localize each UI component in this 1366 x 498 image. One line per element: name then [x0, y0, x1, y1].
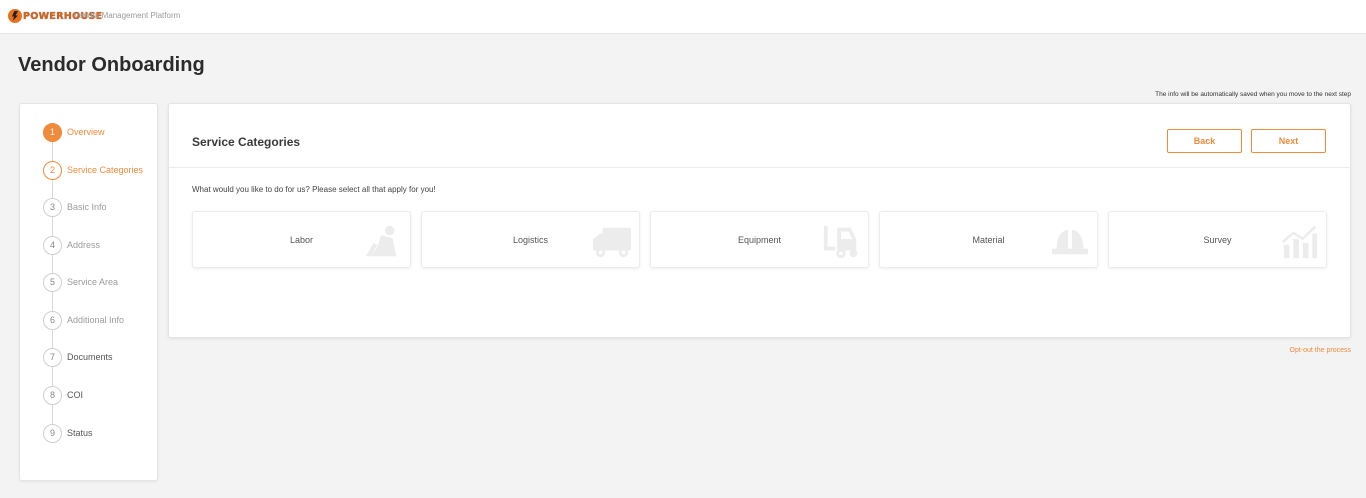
category-logistics[interactable]: Logistics — [421, 211, 640, 268]
step-label: Basic Info — [67, 202, 107, 212]
card-divider — [169, 167, 1350, 168]
step-number: 2 — [43, 160, 62, 180]
step-label: COI — [67, 390, 84, 400]
step-number: 7 — [43, 347, 62, 367]
next-button[interactable]: Next — [1251, 129, 1326, 153]
step-label: Documents — [67, 352, 113, 362]
category-material[interactable]: Material — [879, 211, 1098, 268]
category-label: Labor — [289, 234, 314, 245]
step-documents[interactable]: 7 Documents — [43, 347, 113, 367]
category-label: Material — [972, 234, 1005, 245]
service-categories-card: Service Categories Back Next What would … — [168, 103, 1351, 338]
page-title: Vendor Onboarding — [18, 54, 205, 76]
category-label: Survey — [1203, 234, 1232, 245]
card-title: Service Categories — [192, 135, 301, 149]
step-coi[interactable]: 8 COI — [43, 385, 83, 405]
step-number: 6 — [43, 310, 62, 330]
step-additional-info[interactable]: 6 Additional Info — [43, 310, 124, 330]
top-bar: POWERHOUSE Vendor Management Platform — [0, 0, 1366, 34]
step-label: Service Categories — [67, 165, 144, 175]
step-number: 4 — [43, 235, 62, 255]
step-number: 9 — [43, 423, 62, 443]
autosave-note: The info will be automatically saved whe… — [1155, 91, 1351, 98]
step-number: 3 — [43, 197, 62, 217]
step-basic-info[interactable]: 3 Basic Info — [43, 197, 107, 217]
category-equipment[interactable]: Equipment — [650, 211, 869, 268]
step-label: Address — [67, 240, 101, 250]
step-service-categories[interactable]: 2 Service Categories — [43, 160, 143, 180]
opt-out-link[interactable]: Opt-out the process — [1290, 347, 1351, 354]
step-status[interactable]: 9 Status — [43, 423, 93, 443]
category-survey[interactable]: Survey — [1108, 211, 1327, 268]
step-label: Overview — [67, 127, 105, 137]
step-number: 5 — [43, 272, 62, 292]
lightning-icon — [8, 9, 22, 23]
back-button[interactable]: Back — [1167, 129, 1242, 153]
step-overview[interactable]: 1 Overview — [43, 122, 105, 142]
step-number: 1 — [43, 122, 62, 142]
category-question: What would you like to do for us? Please… — [192, 185, 436, 194]
step-label: Status — [67, 428, 93, 438]
platform-name: Vendor Management Platform — [74, 11, 181, 20]
category-label: Logistics — [512, 234, 548, 245]
step-number: 8 — [43, 385, 62, 405]
step-address[interactable]: 4 Address — [43, 235, 100, 255]
step-label: Service Area — [67, 277, 119, 287]
category-labor[interactable]: Labor — [192, 211, 411, 268]
step-service-area[interactable]: 5 Service Area — [43, 272, 118, 292]
step-label: Additional Info — [67, 315, 125, 325]
category-label: Equipment — [737, 234, 782, 245]
